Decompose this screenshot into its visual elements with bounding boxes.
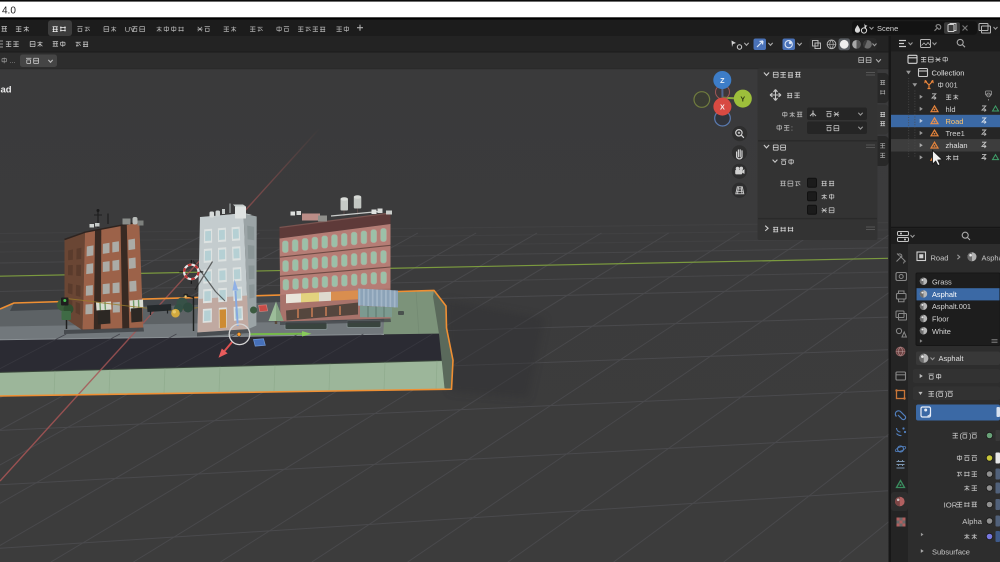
svg-text:White: White [932, 327, 951, 336]
svg-text:UV: UV [125, 25, 136, 34]
svg-text:4.0: 4.0 [2, 6, 16, 17]
svg-text:Z: Z [720, 76, 725, 85]
svg-text:): ) [969, 431, 972, 440]
svg-text:Aspha: Aspha [982, 253, 1000, 262]
svg-text:Tree1: Tree1 [946, 129, 965, 138]
svg-text:hld: hld [946, 105, 956, 114]
svg-text:Collection: Collection [932, 68, 965, 77]
svg-text:Road: Road [931, 253, 949, 262]
svg-text:Asphalt: Asphalt [932, 290, 957, 299]
svg-text:...: ... [10, 58, 16, 65]
svg-text:Road: Road [946, 117, 964, 126]
svg-text:zhalan: zhalan [946, 141, 968, 150]
svg-text::: : [791, 124, 793, 133]
svg-text:Asphalt.001: Asphalt.001 [932, 302, 971, 311]
svg-text:(: ( [960, 431, 963, 440]
svg-text:): ) [945, 390, 948, 399]
svg-text:Subsurface: Subsurface [932, 547, 970, 556]
svg-text:Scene: Scene [877, 24, 898, 33]
svg-text:IOR: IOR [944, 500, 958, 509]
svg-text:Alpha: Alpha [962, 517, 982, 526]
svg-text:Grass: Grass [932, 277, 952, 286]
svg-text:X: X [720, 102, 725, 111]
svg-text:Asphalt: Asphalt [939, 354, 965, 363]
svg-text:ad: ad [1, 85, 12, 96]
svg-text:(: ( [935, 390, 938, 399]
svg-text:Y: Y [740, 94, 745, 103]
svg-text:001: 001 [945, 81, 958, 90]
svg-text:Floor: Floor [932, 315, 949, 324]
